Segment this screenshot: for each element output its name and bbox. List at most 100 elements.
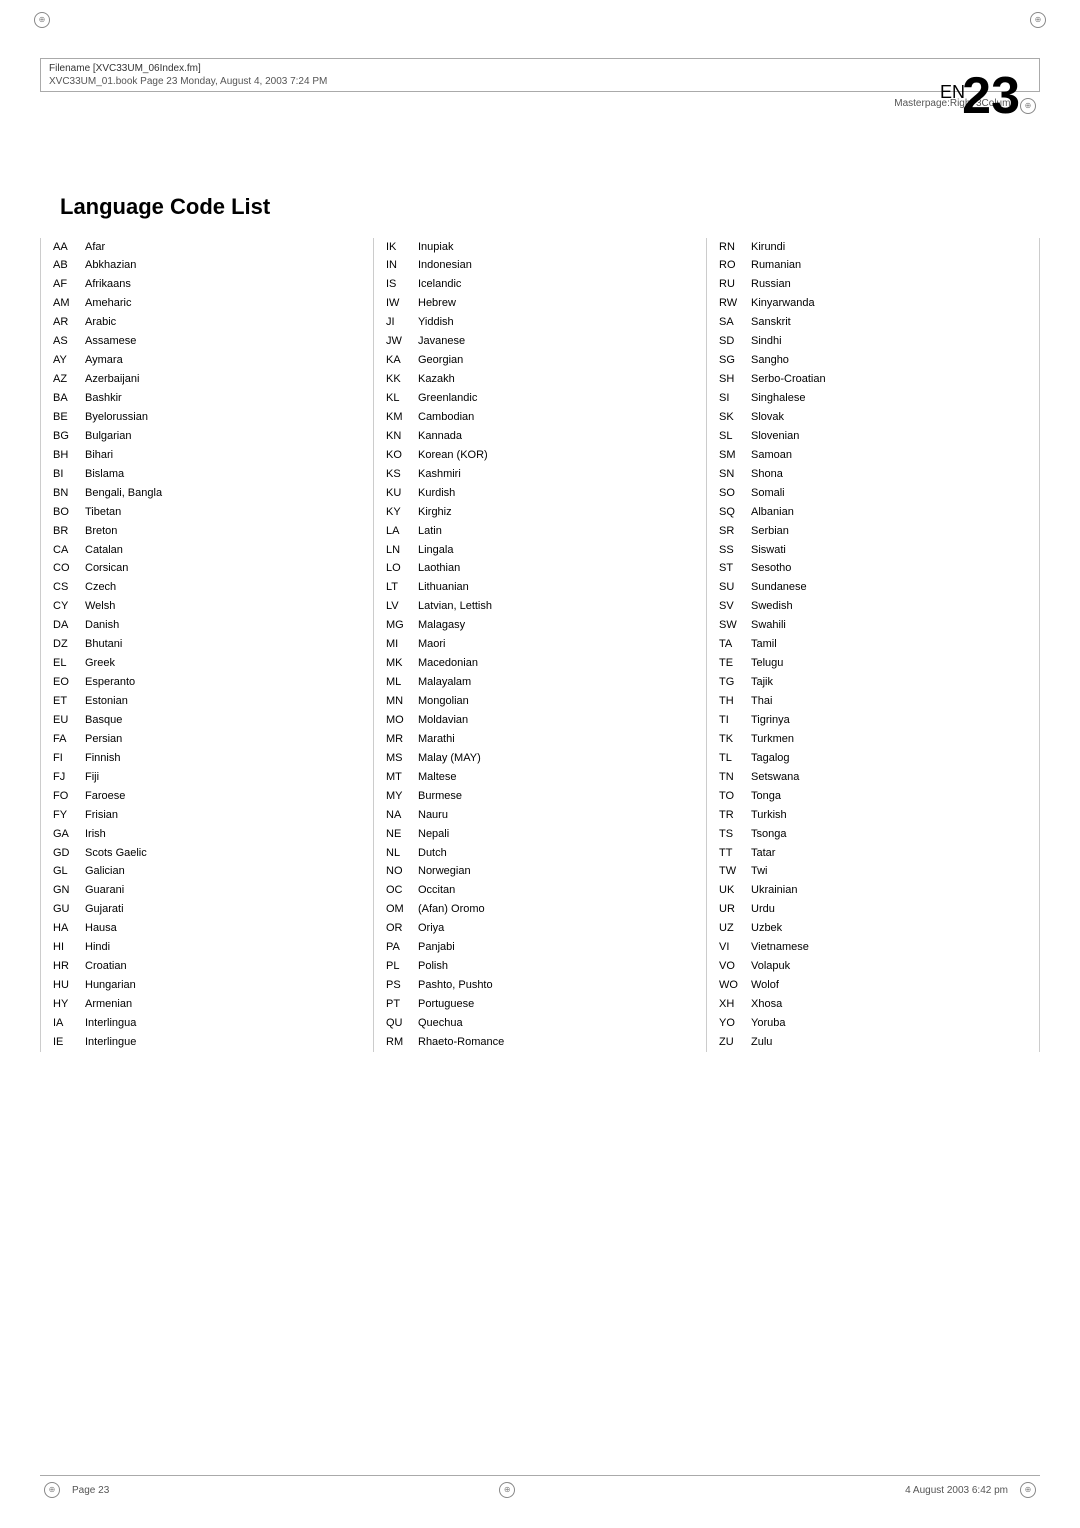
column-1: AAAfarABAbkhazianAFAfrikaansAMAmeharicAR… bbox=[40, 238, 374, 1052]
table-row: SLSlovenian bbox=[717, 427, 1029, 446]
table-row: ISIcelandic bbox=[384, 276, 696, 295]
table-row: KNKannada bbox=[384, 427, 696, 446]
lang-name: Vietnamese bbox=[749, 939, 1029, 958]
table-row: GAIrish bbox=[51, 825, 363, 844]
lang-code: IA bbox=[51, 1014, 83, 1033]
table-row: ASAssamese bbox=[51, 333, 363, 352]
lang-code: EO bbox=[51, 674, 83, 693]
lang-code: EL bbox=[51, 655, 83, 674]
table-row: SQAlbanian bbox=[717, 503, 1029, 522]
table-row: CSCzech bbox=[51, 579, 363, 598]
table-row: IWHebrew bbox=[384, 295, 696, 314]
lang-code: CY bbox=[51, 598, 83, 617]
table-row: TATamil bbox=[717, 636, 1029, 655]
lang-code: GN bbox=[51, 882, 83, 901]
lang-code: TH bbox=[717, 693, 749, 712]
table-row: VIVietnamese bbox=[717, 939, 1029, 958]
lang-code: IN bbox=[384, 257, 416, 276]
lang-code: VI bbox=[717, 939, 749, 958]
lang-name: Galician bbox=[83, 863, 363, 882]
table-row: UKUkrainian bbox=[717, 882, 1029, 901]
lang-code: RW bbox=[717, 295, 749, 314]
table-row: PTPortuguese bbox=[384, 996, 696, 1015]
lang-name: Interlingua bbox=[83, 1014, 363, 1033]
lang-code: SW bbox=[717, 617, 749, 636]
table-row: URUrdu bbox=[717, 901, 1029, 920]
lang-table-3: RNKirundiRORumanianRURussianRWKinyarwand… bbox=[717, 238, 1029, 1052]
top-bar: Filename [XVC33UM_06Index.fm] XVC33UM_01… bbox=[40, 58, 1040, 92]
table-row: FYFrisian bbox=[51, 806, 363, 825]
lang-code: YO bbox=[717, 1014, 749, 1033]
lang-code: SO bbox=[717, 484, 749, 503]
lang-code: LN bbox=[384, 541, 416, 560]
lang-name: Bislama bbox=[83, 465, 363, 484]
table-row: JIYiddish bbox=[384, 314, 696, 333]
table-row: GDScots Gaelic bbox=[51, 844, 363, 863]
table-row: MTMaltese bbox=[384, 768, 696, 787]
lang-name: Tagalog bbox=[749, 749, 1029, 768]
lang-name: Kazakh bbox=[416, 371, 696, 390]
table-row: DZBhutani bbox=[51, 636, 363, 655]
lang-code: HA bbox=[51, 920, 83, 939]
table-row: SKSlovak bbox=[717, 408, 1029, 427]
bottom-center-corner-mark: ⊕ bbox=[499, 1482, 515, 1498]
lang-code: KU bbox=[384, 484, 416, 503]
lang-name: Polish bbox=[416, 958, 696, 977]
lang-name: Malay (MAY) bbox=[416, 749, 696, 768]
lang-code: OC bbox=[384, 882, 416, 901]
lang-code: CO bbox=[51, 560, 83, 579]
table-row: TWTwi bbox=[717, 863, 1029, 882]
lang-code: HR bbox=[51, 958, 83, 977]
lang-name: Welsh bbox=[83, 598, 363, 617]
page-number-large: 23 bbox=[962, 70, 1020, 122]
lang-code: NL bbox=[384, 844, 416, 863]
lang-table-2: IKInupiakINIndonesianISIcelandicIWHebrew… bbox=[384, 238, 696, 1052]
table-row: OROriya bbox=[384, 920, 696, 939]
lang-name: Volapuk bbox=[749, 958, 1029, 977]
lang-code: SK bbox=[717, 408, 749, 427]
lang-name: Malagasy bbox=[416, 617, 696, 636]
header-row: Masterpage:Right 3Column ⊕ bbox=[40, 98, 1040, 114]
lang-name: Portuguese bbox=[416, 996, 696, 1015]
table-row: THThai bbox=[717, 693, 1029, 712]
lang-code: TG bbox=[717, 674, 749, 693]
lang-code: LO bbox=[384, 560, 416, 579]
lang-name: Javanese bbox=[416, 333, 696, 352]
lang-name: Serbian bbox=[749, 522, 1029, 541]
lang-code: SH bbox=[717, 371, 749, 390]
table-row: MSMalay (MAY) bbox=[384, 749, 696, 768]
table-row: TNSetswana bbox=[717, 768, 1029, 787]
lang-code: UZ bbox=[717, 920, 749, 939]
lang-code: SN bbox=[717, 465, 749, 484]
lang-name: Mongolian bbox=[416, 693, 696, 712]
lang-code: FA bbox=[51, 730, 83, 749]
table-row: SRSerbian bbox=[717, 522, 1029, 541]
table-row: SMSamoan bbox=[717, 446, 1029, 465]
top-right-corner-mark: ⊕ bbox=[1030, 12, 1046, 28]
lang-code: TI bbox=[717, 711, 749, 730]
lang-name: Sindhi bbox=[749, 333, 1029, 352]
table-row: TETelugu bbox=[717, 655, 1029, 674]
lang-code: XH bbox=[717, 996, 749, 1015]
table-row: SDSindhi bbox=[717, 333, 1029, 352]
table-row: GLGalician bbox=[51, 863, 363, 882]
table-row: TITigrinya bbox=[717, 711, 1029, 730]
lang-name: Occitan bbox=[416, 882, 696, 901]
lang-name: Laothian bbox=[416, 560, 696, 579]
lang-code: DA bbox=[51, 617, 83, 636]
table-row: PLPolish bbox=[384, 958, 696, 977]
lang-name: Korean (KOR) bbox=[416, 446, 696, 465]
lang-code: IW bbox=[384, 295, 416, 314]
table-row: INIndonesian bbox=[384, 257, 696, 276]
lang-code: RU bbox=[717, 276, 749, 295]
table-row: GNGuarani bbox=[51, 882, 363, 901]
table-row: CYWelsh bbox=[51, 598, 363, 617]
table-row: BNBengali, Bangla bbox=[51, 484, 363, 503]
lang-name: Panjabi bbox=[416, 939, 696, 958]
lang-code: KO bbox=[384, 446, 416, 465]
lang-name: Bulgarian bbox=[83, 427, 363, 446]
table-row: WOWolof bbox=[717, 977, 1029, 996]
lang-name: Malayalam bbox=[416, 674, 696, 693]
lang-name: Telugu bbox=[749, 655, 1029, 674]
table-row: NLDutch bbox=[384, 844, 696, 863]
